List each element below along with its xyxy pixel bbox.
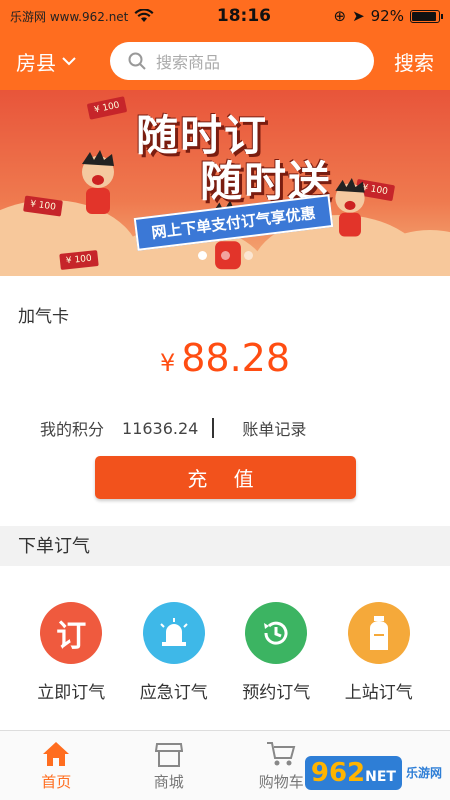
points-row: 我的积分 11636.24 账单记录 — [40, 416, 306, 440]
search-input[interactable]: 搜索商品 — [110, 42, 374, 80]
tab-label: 首页 — [41, 773, 72, 791]
order-now-label: 立即订气 — [37, 683, 106, 703]
scheduled-order-label: 预约订气 — [242, 683, 311, 703]
points-label: 我的积分 — [40, 420, 105, 439]
station-order-label: 上站订气 — [344, 683, 413, 703]
gas-cylinder-icon — [347, 602, 410, 664]
schedule-clock-icon — [245, 602, 308, 664]
carousel-dot[interactable] — [197, 251, 207, 260]
status-bar: 乐游网 www.962.net 18:16 ⊕ ➤ 92% — [0, 0, 450, 32]
home-icon — [43, 742, 70, 766]
order-options: 订 立即订气 应急订气 预约订气 上站订气 — [0, 566, 450, 736]
watermark-logo: 962NET — [304, 756, 402, 790]
battery-percent: 92% — [370, 7, 404, 25]
search-icon — [128, 52, 146, 70]
carousel-dot[interactable] — [243, 251, 253, 260]
order-now-item[interactable]: 订 立即订气 — [26, 602, 116, 736]
currency-symbol: ¥ — [159, 349, 176, 377]
wifi-icon — [134, 9, 154, 22]
tab-label: 商城 — [153, 773, 184, 791]
carrier-text: 乐游网 www.962.net — [10, 9, 129, 24]
cartoon-figure-icon — [335, 178, 365, 237]
bill-records-link[interactable]: 账单记录 — [242, 416, 306, 440]
promo-banner[interactable]: ¥ 100 ¥ 100 ¥ 100 ¥ 100 随时订 随时送 网上下单支付订气… — [0, 90, 450, 276]
cash-note: ¥ 100 — [86, 96, 128, 120]
search-placeholder: 搜索商品 — [156, 53, 221, 72]
recharge-button[interactable]: 充 值 — [95, 456, 356, 499]
tab-store[interactable]: 商城 — [129, 741, 209, 800]
cart-icon — [267, 742, 296, 766]
divider — [212, 418, 215, 438]
watermark-text: 乐游网 — [405, 765, 442, 780]
balance-value: 88.28 — [181, 336, 291, 380]
store-icon — [154, 743, 183, 767]
city-selector[interactable]: 房县 — [16, 47, 96, 76]
nav-bar: 房县 搜索商品 搜索 — [0, 32, 450, 90]
scheduled-order-item[interactable]: 预约订气 — [231, 602, 321, 736]
rotation-lock-icon: ⊕ — [333, 7, 347, 25]
tab-label: 购物车 — [258, 773, 304, 791]
emergency-siren-icon — [142, 602, 205, 664]
gas-card-panel: 加气卡 ¥88.28 我的积分 11636.24 账单记录 充 值 — [0, 276, 450, 526]
balance-amount: ¥88.28 — [0, 336, 450, 380]
location-arrow-icon: ➤ — [352, 7, 365, 25]
tab-home[interactable]: 首页 — [16, 741, 96, 800]
emergency-order-item[interactable]: 应急订气 — [129, 602, 219, 736]
carousel-dots — [0, 251, 450, 260]
header: 乐游网 www.962.net 18:16 ⊕ ➤ 92% 房县 搜索商品 搜索 — [0, 0, 450, 90]
carousel-dot[interactable] — [220, 251, 230, 260]
points-value: 11636.24 — [122, 418, 199, 438]
order-now-icon: 订 — [40, 602, 103, 664]
gas-card-title: 加气卡 — [18, 307, 69, 327]
site-watermark: 962NET 乐游网 — [304, 756, 442, 790]
cartoon-figure-icon — [82, 150, 114, 214]
status-right: ⊕ ➤ 92% — [333, 7, 443, 25]
status-time: 18:16 — [216, 6, 271, 26]
order-section-title: 下单订气 — [0, 526, 450, 566]
search-button[interactable]: 搜索 — [388, 47, 434, 76]
chevron-down-icon — [62, 57, 76, 66]
status-left: 乐游网 www.962.net — [10, 8, 154, 25]
battery-icon — [409, 9, 443, 23]
emergency-order-label: 应急订气 — [139, 683, 208, 703]
station-order-item[interactable]: 上站订气 — [334, 602, 424, 736]
city-label: 房县 — [16, 50, 56, 75]
